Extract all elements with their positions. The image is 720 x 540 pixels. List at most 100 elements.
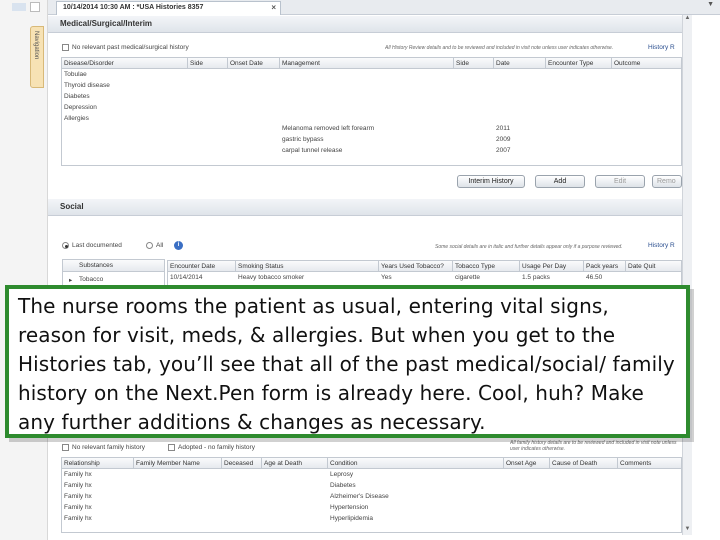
all-label: All xyxy=(156,242,164,249)
all-radio[interactable] xyxy=(146,242,153,249)
social-cell-pack-years[interactable]: 46.50 xyxy=(586,274,602,281)
adopted-checkbox[interactable] xyxy=(168,444,175,451)
medical-grid-header: Disease/Disorder Side Onset Date Managem… xyxy=(61,57,682,69)
substances-header: Substances xyxy=(63,260,164,272)
disease-row[interactable]: Diabetes xyxy=(64,93,90,100)
procedure-date: 2009 xyxy=(496,136,511,143)
family-relationship[interactable]: Family hx xyxy=(64,482,92,489)
procedure-name[interactable]: Melanoma removed left forearm xyxy=(282,125,374,132)
navigation-side-tab[interactable]: Navigation xyxy=(30,26,44,88)
left-navigation-strip: Navigation xyxy=(0,0,48,540)
col-condition[interactable]: Condition xyxy=(328,458,504,469)
caption-text: The nurse rooms the patient as usual, en… xyxy=(18,294,675,434)
disease-row[interactable]: Tobulae xyxy=(64,71,87,78)
social-cell-status[interactable]: Heavy tobacco smoker xyxy=(238,274,304,281)
pin-icon[interactable] xyxy=(30,2,40,12)
col-date-quit[interactable]: Date Quit xyxy=(626,261,682,272)
col-management-side[interactable]: Side xyxy=(454,58,494,69)
last-documented-label: Last documented xyxy=(72,242,122,249)
social-review-note: Some social details are in italic and fu… xyxy=(435,244,623,250)
expand-icon[interactable]: ▸ xyxy=(69,276,72,284)
close-icon[interactable]: × xyxy=(271,3,276,12)
social-cell-usage[interactable]: 1.5 packs xyxy=(522,274,550,281)
no-family-history-checkbox[interactable] xyxy=(62,444,69,451)
col-onset-age[interactable]: Onset Age xyxy=(504,458,550,469)
col-relationship[interactable]: Relationship xyxy=(62,458,134,469)
no-medical-history-checkbox[interactable] xyxy=(62,44,69,51)
social-grid-header: Encounter Date Smoking Status Years Used… xyxy=(167,260,682,272)
col-management[interactable]: Management xyxy=(280,58,454,69)
col-comments[interactable]: Comments xyxy=(618,458,682,469)
interim-history-button[interactable]: Interim History xyxy=(457,175,525,188)
family-condition[interactable]: Leprosy xyxy=(330,471,353,478)
substance-item-tobacco[interactable]: Tobacco xyxy=(79,276,103,283)
scroll-up-icon[interactable]: ▲ xyxy=(683,15,692,24)
family-condition[interactable]: Alzheimer's Disease xyxy=(330,493,389,500)
last-documented-radio[interactable] xyxy=(62,242,69,249)
col-onset-date[interactable]: Onset Date xyxy=(228,58,280,69)
social-section-title: Social xyxy=(60,202,84,211)
col-date[interactable]: Date xyxy=(494,58,546,69)
social-history-review-link[interactable]: History R xyxy=(648,242,675,249)
social-cell-type[interactable]: cigarette xyxy=(455,274,480,281)
col-side[interactable]: Side xyxy=(188,58,228,69)
social-cell-date[interactable]: 10/14/2014 xyxy=(170,274,203,281)
adopted-option[interactable]: Adopted - no family history xyxy=(168,444,255,451)
col-age-at-death[interactable]: Age at Death xyxy=(262,458,328,469)
procedure-date: 2007 xyxy=(496,147,511,154)
no-medical-history-option[interactable]: No relevant past medical/surgical histor… xyxy=(62,44,189,51)
procedure-date: 2011 xyxy=(496,125,510,132)
vertical-scrollbar[interactable]: ▲ ▼ xyxy=(682,15,692,535)
family-condition[interactable]: Diabetes xyxy=(330,482,356,489)
disease-row[interactable]: Allergies xyxy=(64,115,89,122)
edit-button[interactable]: Edit xyxy=(595,175,645,188)
navigation-side-tab-label: Navigation xyxy=(33,31,39,60)
disease-row[interactable]: Thyroid disease xyxy=(64,82,110,89)
no-family-history-label: No relevant family history xyxy=(72,444,145,451)
family-condition[interactable]: Hyperlipidemia xyxy=(330,515,373,522)
col-outcome[interactable]: Outcome xyxy=(612,58,682,69)
no-family-history-option[interactable]: No relevant family history xyxy=(62,444,145,451)
col-smoking-status[interactable]: Smoking Status xyxy=(236,261,379,272)
procedure-name[interactable]: gastric bypass xyxy=(282,136,324,143)
col-encounter-date[interactable]: Encounter Date xyxy=(168,261,236,272)
medical-section-header[interactable]: Medical/Surgical/Interim xyxy=(48,16,682,33)
remove-button[interactable]: Remo xyxy=(652,175,682,188)
social-section-header[interactable]: Social xyxy=(48,199,682,216)
col-encounter-type[interactable]: Encounter Type xyxy=(546,58,612,69)
col-cause-of-death[interactable]: Cause of Death xyxy=(550,458,618,469)
family-relationship[interactable]: Family hx xyxy=(64,515,92,522)
add-button[interactable]: Add xyxy=(535,175,585,188)
adopted-label: Adopted - no family history xyxy=(178,444,255,451)
col-family-member-name[interactable]: Family Member Name xyxy=(134,458,222,469)
col-years-used-tobacco[interactable]: Years Used Tobacco? xyxy=(379,261,453,272)
last-documented-option[interactable]: Last documented xyxy=(62,242,122,249)
family-relationship[interactable]: Family hx xyxy=(64,471,92,478)
family-relationship[interactable]: Family hx xyxy=(64,504,92,511)
tab-scroll-icon[interactable]: ▼ xyxy=(707,1,714,8)
scroll-down-icon[interactable]: ▼ xyxy=(683,526,692,535)
document-tab-title: 10/14/2014 10:30 AM : *USA Histories 835… xyxy=(63,4,204,11)
social-cell-years[interactable]: Yes xyxy=(381,274,392,281)
family-condition[interactable]: Hypertension xyxy=(330,504,368,511)
procedure-name[interactable]: carpal tunnel release xyxy=(282,147,342,154)
medical-section-title: Medical/Surgical/Interim xyxy=(60,19,153,28)
col-tobacco-type[interactable]: Tobacco Type xyxy=(453,261,520,272)
family-review-note: All family history details are to be rev… xyxy=(510,440,677,452)
document-tab-bar: 10/14/2014 10:30 AM : *USA Histories 835… xyxy=(48,0,720,15)
info-icon[interactable]: i xyxy=(174,241,183,250)
col-usage-per-day[interactable]: Usage Per Day xyxy=(520,261,584,272)
document-tab[interactable]: 10/14/2014 10:30 AM : *USA Histories 835… xyxy=(56,1,281,15)
family-grid-body: Family hx Leprosy Family hx Diabetes Fam… xyxy=(61,469,682,533)
medical-grid-body: Tobulae Thyroid disease Diabetes Depress… xyxy=(61,69,682,166)
medical-history-review-link[interactable]: History R xyxy=(648,44,675,51)
col-disease[interactable]: Disease/Disorder xyxy=(62,58,188,69)
col-deceased[interactable]: Deceased xyxy=(222,458,262,469)
disease-row[interactable]: Depression xyxy=(64,104,97,111)
nav-toolbar-icon[interactable] xyxy=(12,3,26,11)
col-pack-years[interactable]: Pack years xyxy=(584,261,626,272)
no-medical-history-label: No relevant past medical/surgical histor… xyxy=(72,44,189,51)
family-relationship[interactable]: Family hx xyxy=(64,493,92,500)
all-option[interactable]: All xyxy=(146,242,163,249)
medical-review-note: All History Review details and to be rev… xyxy=(385,45,614,51)
